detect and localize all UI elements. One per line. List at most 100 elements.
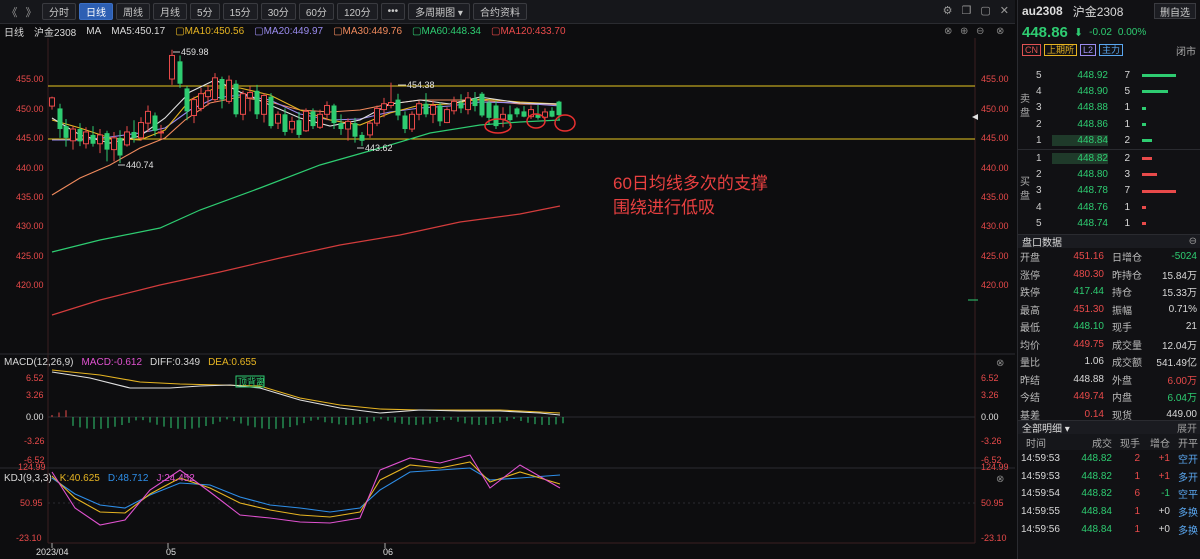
ask-level-4[interactable]: 4 448.90 5 [1018,83,1200,99]
svg-text:420.00: 420.00 [16,280,44,290]
down-arrow-icon: ⬇ [1073,26,1084,39]
stat-value: 1.06 [1084,356,1104,368]
ask-level-5[interactable]: 5 448.92 7 [1018,67,1200,83]
macd-title[interactable]: MACD(12,26,9) [4,357,73,368]
candle[interactable] [261,93,267,123]
candle[interactable] [77,123,83,147]
candle[interactable] [472,91,478,112]
candle[interactable] [310,108,316,130]
candle[interactable] [303,108,309,132]
candle[interactable] [535,104,541,120]
chart-down-icon[interactable]: ⊖ [976,26,984,37]
candle[interactable] [97,129,103,154]
candle[interactable] [317,109,323,130]
candle[interactable] [367,120,373,138]
ask-level-1[interactable]: 1 448.84 2 [1018,132,1200,148]
candle[interactable] [388,82,394,109]
candle[interactable] [395,93,401,121]
collapse-icon[interactable]: ⊖ [1189,236,1197,247]
candle[interactable] [152,112,158,137]
candle[interactable] [289,116,295,134]
candle[interactable] [423,93,429,118]
candle[interactable] [177,55,183,88]
candle[interactable] [275,111,281,130]
candle[interactable] [359,131,365,146]
candle[interactable] [437,102,443,127]
candle[interactable] [451,96,457,115]
last-price-row: 448.86 ⬇ -0.02 0.00% [1018,22,1200,42]
candle[interactable] [49,96,55,110]
candle[interactable] [444,107,450,124]
candle[interactable] [90,126,96,147]
macd-close-icon[interactable]: ⊗ [996,358,1004,369]
candle[interactable] [198,87,204,112]
kdj-close-icon[interactable]: ⊗ [996,474,1004,485]
trade-time: 14:59:54 [1021,488,1060,500]
candle[interactable] [324,101,330,121]
candle[interactable] [296,111,302,138]
candle[interactable] [514,107,520,118]
price-axis: 455.00 450.00 445.00 440.00 435.00 430.0… [16,74,1009,290]
trades-expand-button[interactable]: 展开 [1177,420,1197,435]
candle[interactable] [226,75,232,104]
candle[interactable] [254,84,260,120]
chart-up-icon[interactable]: ⊕ [960,26,968,37]
high-low-labels: 459.98 440.74 454.38 443.62 [118,47,435,170]
ask-level-3[interactable]: 3 448.88 1 [1018,100,1200,116]
candle[interactable] [345,118,351,141]
ma120-line [51,205,561,316]
level-volume: 2 [1124,134,1130,146]
candle[interactable] [124,126,130,147]
candle[interactable] [268,93,274,129]
candle[interactable] [57,103,63,138]
candle[interactable] [374,105,380,127]
candle[interactable] [145,105,151,132]
candlesticks[interactable] [49,49,562,164]
candle[interactable] [219,76,225,109]
ask-level-2[interactable]: 2 448.86 1 [1018,116,1200,132]
stat-label: 涨停 [1020,270,1040,282]
candle[interactable] [338,114,344,135]
trades-filter-dropdown[interactable]: 全部明细 ▾ [1022,420,1070,435]
candle[interactable] [409,111,415,132]
stat-value: 12.04万 [1161,340,1197,352]
bid-level-5[interactable]: 5 448.74 1 [1018,215,1200,231]
candle[interactable] [521,106,527,118]
bid-level-3[interactable]: 3 448.78 7 [1018,183,1200,199]
candle[interactable] [169,49,175,85]
candle[interactable] [500,107,506,128]
tag-cn: CN [1022,44,1041,56]
svg-text:06: 06 [383,547,393,557]
macd-panel[interactable]: 顶背离 6.52 3.26 0.00 -3.26 -6.52 6.52 3.26… [24,369,1002,465]
candle[interactable] [549,107,555,118]
bid-level-1[interactable]: 1 448.82 2 [1018,150,1200,166]
candle[interactable] [493,100,499,130]
candle[interactable] [138,117,144,141]
trade-direction: 多开 [1178,472,1198,484]
chart-close-icon[interactable]: ⊗ [996,26,1004,37]
candle[interactable] [70,126,76,150]
candle[interactable] [479,91,485,118]
level-price: 448.84 [1052,134,1108,146]
svg-text:3.26: 3.26 [981,390,999,400]
candle[interactable] [191,96,197,124]
candle[interactable] [458,94,464,114]
candle[interactable] [402,111,408,134]
level-volume: 5 [1124,85,1130,97]
candle[interactable] [416,100,422,121]
kdj-title[interactable]: KDJ(9,3,3) [4,473,52,484]
candle[interactable] [465,91,471,115]
candle[interactable] [158,124,164,140]
level-volume-bar [1142,139,1153,143]
bid-level-2[interactable]: 2 448.80 3 [1018,166,1200,182]
trade-time: 14:59:55 [1021,506,1060,518]
candle[interactable] [240,90,246,121]
candle[interactable] [233,80,239,118]
candle[interactable] [104,130,110,162]
remove-watchlist-button[interactable]: 删自选 [1154,3,1196,19]
svg-text:435.00: 435.00 [981,192,1009,202]
bid-level-4[interactable]: 4 448.76 1 [1018,199,1200,215]
chart-settings-icon[interactable]: ⊗ [944,26,952,37]
candle[interactable] [184,86,190,121]
candle[interactable] [212,73,218,103]
